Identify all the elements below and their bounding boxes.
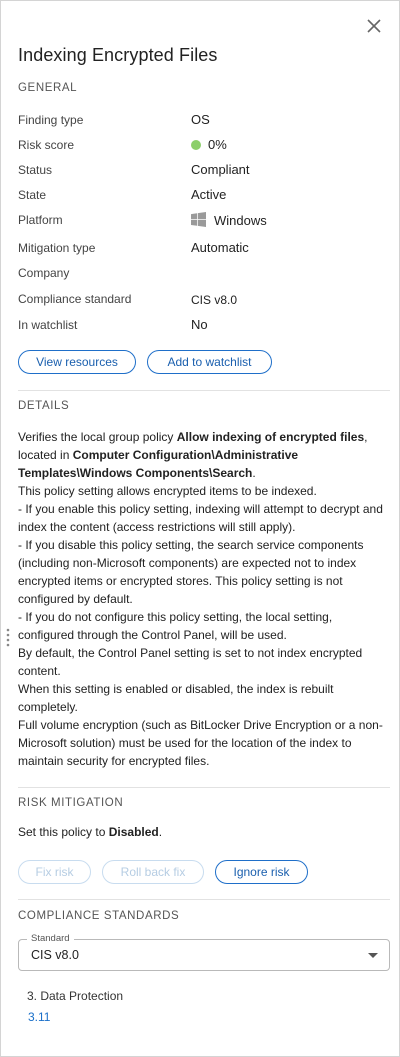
standard-select-legend: Standard xyxy=(27,933,74,944)
finding-type-value: OS xyxy=(191,112,210,127)
details-line: - If you do not configure this policy se… xyxy=(18,610,333,642)
add-to-watchlist-button[interactable]: Add to watchlist xyxy=(147,350,272,374)
general-section-title: GENERAL xyxy=(18,82,78,94)
compliance-standard-value: CIS v8.0 xyxy=(191,293,238,307)
details-line: Full volume encryption (such as BitLocke… xyxy=(18,718,383,768)
details-line: When this setting is enabled or disabled… xyxy=(18,682,334,714)
close-icon xyxy=(367,19,381,33)
standard-control-heading: 3. Data Protection xyxy=(27,989,124,1003)
mitigation-text: Set this policy to Disabled. xyxy=(18,825,163,839)
drag-handle-icon[interactable] xyxy=(5,627,11,649)
compliance-standards-section-title: COMPLIANCE STANDARDS xyxy=(18,910,180,922)
in-watchlist-label: In watchlist xyxy=(18,318,78,332)
details-line: - If you enable this policy setting, ind… xyxy=(18,502,383,534)
risk-score-value: 0% xyxy=(191,137,227,152)
risk-score-text: 0% xyxy=(208,137,227,152)
platform-label: Platform xyxy=(18,213,63,227)
status-value: Compliant xyxy=(191,162,250,177)
section-divider xyxy=(18,899,390,900)
details-line: This policy setting allows encrypted ite… xyxy=(18,484,317,498)
state-value: Active xyxy=(191,187,227,202)
standard-control-link[interactable]: 3.11 xyxy=(28,1010,50,1024)
windows-icon xyxy=(191,212,206,227)
roll-back-fix-button[interactable]: Roll back fix xyxy=(102,860,204,884)
risk-mitigation-section-title: RISK MITIGATION xyxy=(18,797,124,809)
page-title: Indexing Encrypted Files xyxy=(18,45,218,65)
risk-score-label: Risk score xyxy=(18,138,75,152)
finding-type-label: Finding type xyxy=(18,113,84,127)
finding-details-panel: Indexing Encrypted Files GENERAL Finding… xyxy=(0,0,400,1057)
section-divider xyxy=(18,787,390,788)
details-section-title: DETAILS xyxy=(18,400,70,412)
standard-select-value: CIS v8.0 xyxy=(31,948,79,962)
section-divider xyxy=(18,390,390,391)
details-text: Verifies the local group policy Allow in… xyxy=(18,428,390,770)
details-paragraph: Verifies the local group policy Allow in… xyxy=(18,430,368,480)
company-label: Company xyxy=(18,266,70,280)
mitigation-type-value: Automatic xyxy=(191,240,249,255)
chevron-down-icon xyxy=(368,953,378,958)
fix-risk-button[interactable]: Fix risk xyxy=(18,860,91,884)
mitigation-type-label: Mitigation type xyxy=(18,241,96,255)
in-watchlist-value: No xyxy=(191,317,208,332)
details-line: By default, the Control Panel setting is… xyxy=(18,646,363,678)
platform-value: Windows xyxy=(191,212,267,228)
status-label: Status xyxy=(18,163,53,177)
compliance-standard-label: Compliance standard xyxy=(18,292,132,306)
details-line: - If you disable this policy setting, th… xyxy=(18,538,364,606)
risk-status-dot xyxy=(191,140,201,150)
view-resources-button[interactable]: View resources xyxy=(18,350,136,374)
standard-select[interactable]: Standard CIS v8.0 xyxy=(18,933,390,971)
ignore-risk-button[interactable]: Ignore risk xyxy=(215,860,308,884)
platform-text: Windows xyxy=(214,213,267,228)
close-button[interactable] xyxy=(364,16,384,36)
state-label: State xyxy=(18,188,47,202)
